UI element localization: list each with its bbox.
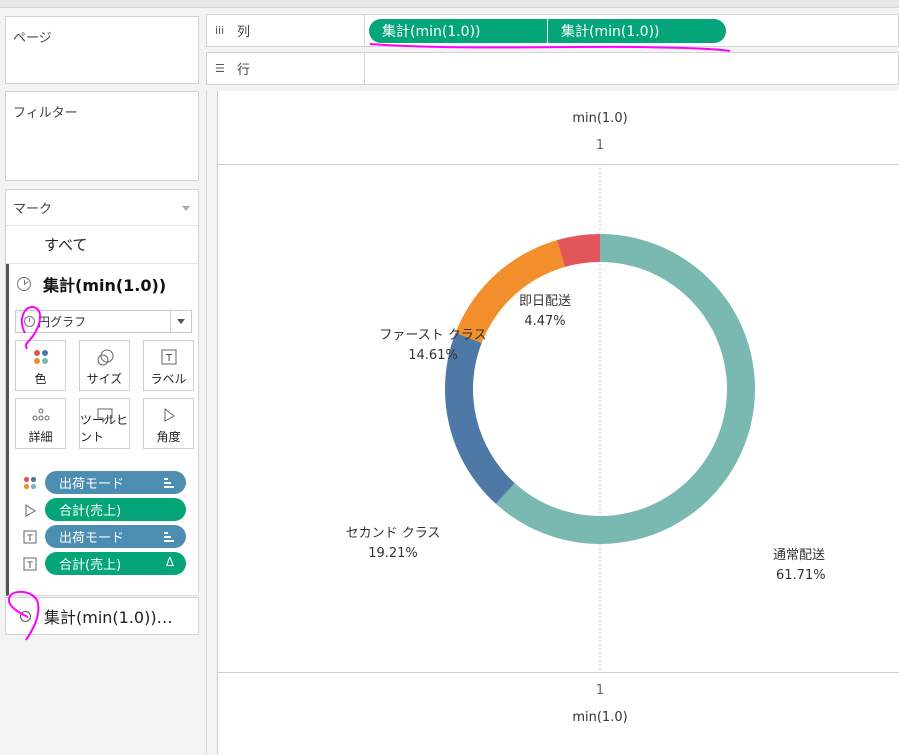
top-axis-tick: 1 <box>595 138 605 153</box>
rows-label: 行 <box>237 63 251 78</box>
viz-pane[interactable]: min(1.0) 1 1 min(1.0) 通常配送 61.71% セカンド クラス… <box>217 91 899 755</box>
circle-icon <box>20 610 31 622</box>
donut-slice[interactable] <box>557 234 600 267</box>
tooltip-card[interactable]: ツールヒント <box>79 398 130 449</box>
label-t-icon: T <box>23 530 37 544</box>
mark-cards-grid: 色 サイズ T ラベル 詳細 ツールヒント 角度 <box>15 340 198 449</box>
tableau-workspace: ページ フィルター マーク すべて 集計(min(1.0)) 円グラフ 色 サイ… <box>0 0 899 755</box>
label-card-label: ラベル <box>150 372 187 386</box>
color-dots-icon <box>33 350 48 364</box>
bottom-axis-line <box>218 672 899 673</box>
left-panel: ページ フィルター マーク すべて 集計(min(1.0)) 円グラフ 色 サイ… <box>0 8 205 755</box>
top-axis-title: min(1.0) <box>572 111 628 126</box>
field-pill-label: 合計(売上) <box>59 504 122 519</box>
slice-value-label: 19.21% <box>368 546 418 561</box>
angle-icon <box>164 407 175 422</box>
table-calc-delta-icon: Δ <box>165 555 174 569</box>
column-pill-2[interactable]: 集計(min(1.0)) <box>548 19 726 43</box>
rows-shelf-label: ☰ 行 <box>207 53 365 84</box>
pie-icon <box>17 277 31 291</box>
field-pill-label: 出荷モード <box>59 531 125 546</box>
mark-type-dropdown[interactable]: 円グラフ <box>15 310 192 333</box>
detail-dots-icon <box>32 408 49 421</box>
marks-all-tab[interactable]: すべて <box>6 226 198 264</box>
encoded-field-row: T 合計(売上) Δ <box>9 550 198 577</box>
pages-card[interactable]: ページ <box>5 16 199 84</box>
field-pill-shipmode-color[interactable]: 出荷モード <box>45 471 186 494</box>
detail-card-label: 詳細 <box>28 430 53 444</box>
slice-category-label: セカンド クラス <box>346 526 441 541</box>
slice-value-label: 14.61% <box>408 348 458 363</box>
toolbar-strip <box>0 0 899 8</box>
label-card[interactable]: T ラベル <box>143 340 194 391</box>
encoded-field-row: T 出荷モード <box>9 523 198 550</box>
angle-card[interactable]: 角度 <box>143 398 194 449</box>
encoded-field-row: 出荷モード <box>9 469 198 496</box>
rows-shelf[interactable]: ☰ 行 <box>206 52 899 85</box>
rows-icon: ☰ <box>215 62 225 75</box>
marks-card: マーク すべて 集計(min(1.0)) 円グラフ 色 サイズ T ラベル 詳細… <box>5 189 199 596</box>
angle-card-label: 角度 <box>156 430 181 444</box>
color-dots-icon <box>23 476 37 489</box>
field-pill-sales-label[interactable]: 合計(売上) Δ <box>45 552 186 575</box>
chevron-down-icon[interactable] <box>170 311 191 332</box>
field-pill-label: 合計(売上) <box>59 558 122 573</box>
filters-title: フィルター <box>13 106 78 121</box>
slice-value-label: 4.47% <box>524 314 565 329</box>
encoded-fields-list: 出荷モード 合計(売上) T 出荷モード T 合計(売上) Δ <box>9 469 198 577</box>
size-card-label: サイズ <box>86 372 123 386</box>
label-t-icon: T <box>23 557 37 571</box>
slice-value-label: 61.71% <box>776 568 826 583</box>
chevron-down-icon[interactable] <box>182 206 190 211</box>
marks-layer-title: 集計(min(1.0)) <box>43 276 167 295</box>
column-pill-label: 集計(min(1.0)) <box>382 24 481 40</box>
columns-label: 列 <box>237 25 251 40</box>
donut-slice[interactable] <box>495 234 755 544</box>
svg-text:T: T <box>164 353 172 364</box>
marks-title: マーク <box>13 202 53 217</box>
columns-icon: iii <box>215 24 225 37</box>
bottom-axis-title: min(1.0) <box>572 710 628 725</box>
pie-icon <box>24 316 35 327</box>
color-card[interactable]: 色 <box>15 340 66 391</box>
detail-card[interactable]: 詳細 <box>15 398 66 449</box>
slice-category-label: 通常配送 <box>773 548 825 563</box>
field-pill-shipmode-label[interactable]: 出荷モード <box>45 525 186 548</box>
marks-layer-1: 集計(min(1.0)) 円グラフ 色 サイズ T ラベル 詳細 ツールヒント … <box>6 264 198 596</box>
size-circles-icon <box>97 349 113 366</box>
donut-chart: 通常配送 61.71% セカンド クラス 19.21% ファースト クラス 14.61% 即… <box>346 164 826 672</box>
mark-type-value: 円グラフ <box>38 315 87 329</box>
slice-category-label: ファースト クラス <box>379 328 486 343</box>
field-pill-label: 出荷モード <box>59 477 125 492</box>
field-pill-sales-angle[interactable]: 合計(売上) <box>45 498 186 521</box>
marks-layer-2[interactable]: 集計(min(1.0))… <box>5 597 199 635</box>
sort-icon <box>164 532 174 542</box>
svg-text:T: T <box>26 534 33 544</box>
slice-category-label: 即日配送 <box>519 294 571 309</box>
marks-layer-header[interactable]: 集計(min(1.0)) <box>9 264 198 304</box>
angle-icon <box>25 503 36 517</box>
tooltip-bubble-icon <box>97 408 112 423</box>
viz-area: min(1.0) 1 1 min(1.0) 通常配送 61.71% セカンド クラス… <box>206 91 899 755</box>
marks-layer-2-title: 集計(min(1.0))… <box>44 608 173 627</box>
label-t-icon: T <box>161 349 176 365</box>
columns-shelf-label: iii 列 <box>207 15 365 46</box>
svg-text:T: T <box>26 561 33 571</box>
encoded-field-row: 合計(売上) <box>9 496 198 523</box>
bottom-axis-tick: 1 <box>595 683 605 698</box>
size-card[interactable]: サイズ <box>79 340 130 391</box>
color-card-label: 色 <box>34 372 47 386</box>
filters-card[interactable]: フィルター <box>5 91 199 181</box>
pages-title: ページ <box>13 31 52 46</box>
marks-header[interactable]: マーク <box>6 190 198 226</box>
sort-icon <box>164 478 174 488</box>
columns-shelf[interactable]: iii 列 集計(min(1.0)) 集計(min(1.0)) <box>206 14 899 47</box>
column-pill-label: 集計(min(1.0)) <box>561 24 660 40</box>
column-pill-1[interactable]: 集計(min(1.0)) <box>369 19 547 43</box>
